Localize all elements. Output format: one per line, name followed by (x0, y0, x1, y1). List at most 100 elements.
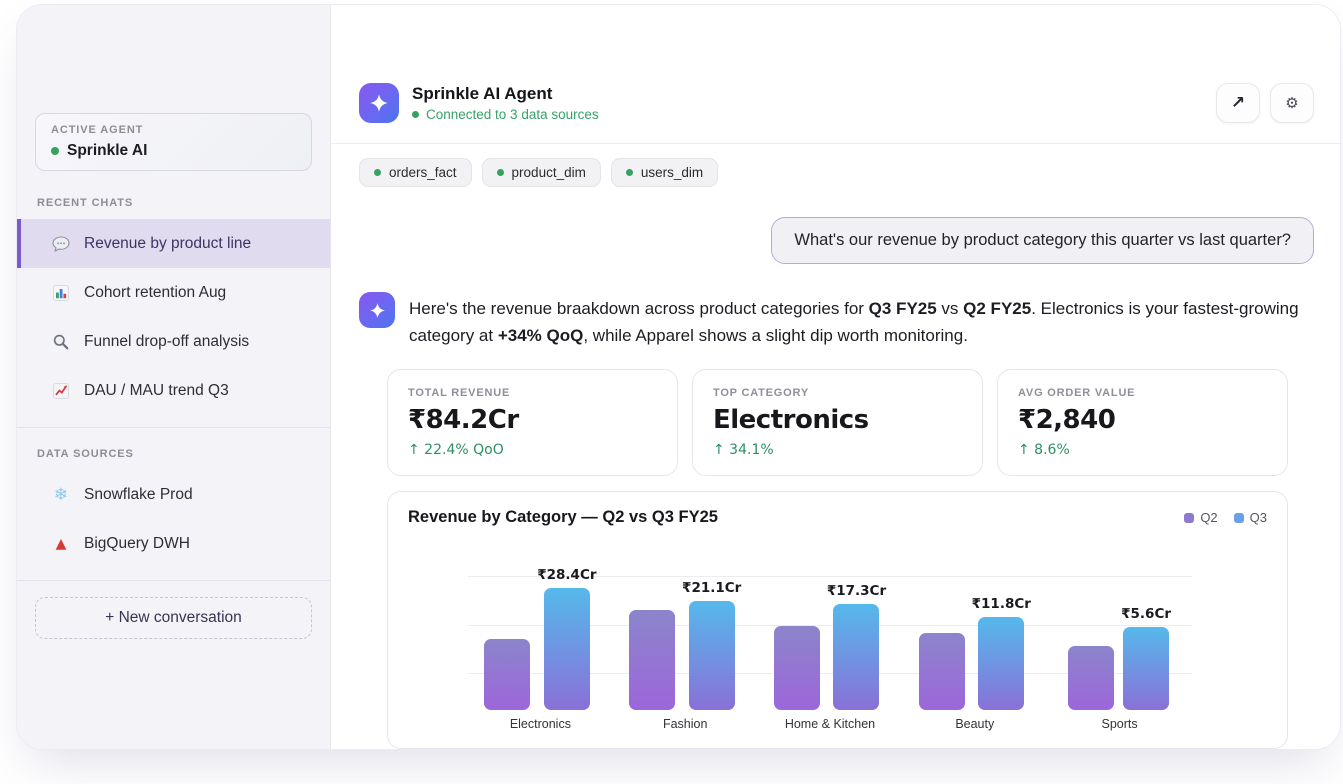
app-window: ACTIVE AGENT Sprinkle AI RECENT CHATS Re… (16, 4, 1341, 750)
legend-swatch-icon (1234, 513, 1244, 523)
main-panel: Sprinkle AI Agent Connected to 3 data so… (331, 5, 1340, 749)
bar-pair: ₹5.6Cr (1068, 606, 1171, 710)
q2-bar (629, 610, 675, 710)
bar-value-label: ₹28.4Cr (537, 567, 596, 583)
agent-avatar (359, 83, 399, 123)
sidebar: ACTIVE AGENT Sprinkle AI RECENT CHATS Re… (17, 5, 331, 749)
tag-users-dim[interactable]: users_dim (611, 158, 718, 187)
magnifier-icon (51, 332, 71, 352)
table-status-dot (374, 169, 381, 176)
chart-plot-area: ₹28.4CrElectronics₹21.1CrFashion₹17.3CrH… (468, 577, 1192, 710)
active-agent-label: ACTIVE AGENT (51, 124, 296, 136)
bar-value-label: ₹11.8Cr (972, 596, 1031, 612)
sidebar-item-snowflake-prod[interactable]: ❄ Snowflake Prod (17, 470, 330, 519)
chart-bar-group: ₹5.6CrSports (1047, 577, 1192, 710)
sidebar-item-label: DAU / MAU trend Q3 (84, 382, 229, 400)
category-label: Electronics (510, 717, 571, 731)
category-label: Home & Kitchen (785, 717, 875, 731)
conversation-area: What's our revenue by product category t… (331, 187, 1340, 749)
q2-bar (484, 639, 530, 710)
sidebar-item-dau-mau-trend[interactable]: DAU / MAU trend Q3 (17, 366, 330, 415)
chart-legend: Q2 Q3 (1184, 510, 1267, 525)
bar-pair: ₹11.8Cr (919, 596, 1031, 710)
chart-bar-group: ₹21.1CrFashion (613, 577, 758, 710)
stat-label: AVG ORDER VALUE (1018, 387, 1267, 399)
q3-bar (689, 601, 735, 710)
q2-bar (919, 633, 965, 710)
stat-label: TOTAL REVENUE (408, 387, 657, 399)
bar-value-label: ₹5.6Cr (1121, 606, 1171, 622)
page-title: Sprinkle AI Agent (412, 84, 599, 104)
connection-status-text: Connected to 3 data sources (426, 107, 599, 122)
online-status-dot (51, 147, 59, 155)
q2-bar (1068, 646, 1114, 710)
q3-bar-column: ₹11.8Cr (972, 596, 1031, 710)
data-sources-heading: DATA SOURCES (37, 448, 310, 460)
table-status-dot (497, 169, 504, 176)
stat-label: TOP CATEGORY (713, 387, 962, 399)
active-agent-name: Sprinkle AI (67, 142, 147, 160)
bar-value-label: ₹21.1Cr (682, 580, 741, 596)
gear-icon: ⚙ (1285, 94, 1298, 112)
q2-bar (774, 626, 820, 710)
q3-bar-column: ₹21.1Cr (682, 580, 741, 710)
ai-avatar (359, 292, 395, 328)
sidebar-item-label: Funnel drop-off analysis (84, 333, 249, 351)
legend-swatch-icon (1184, 513, 1194, 523)
sparkle-icon (369, 93, 389, 113)
sidebar-item-label: Snowflake Prod (84, 486, 193, 504)
tag-label: users_dim (641, 165, 703, 180)
share-button[interactable]: ↗ (1216, 83, 1260, 123)
snowflake-icon: ❄ (51, 485, 71, 505)
user-message-bubble: What's our revenue by product category t… (771, 217, 1314, 264)
stat-delta: ↑ 34.1% (713, 442, 962, 458)
trend-line-icon (51, 381, 71, 401)
q3-bar (1123, 627, 1169, 710)
settings-button[interactable]: ⚙ (1270, 83, 1314, 123)
category-label: Beauty (955, 717, 994, 731)
stat-cards-row: TOTAL REVENUE ₹84.2Cr ↑ 22.4% QoO TOP CA… (387, 369, 1288, 476)
triangle-icon: ▲ (51, 534, 71, 554)
tag-label: orders_fact (389, 165, 457, 180)
table-status-dot (626, 169, 633, 176)
sidebar-item-bigquery-dwh[interactable]: ▲ BigQuery DWH (17, 519, 330, 568)
chat-header: Sprinkle AI Agent Connected to 3 data so… (331, 5, 1340, 144)
sidebar-item-cohort-retention[interactable]: Cohort retention Aug (17, 268, 330, 317)
stat-value: ₹84.2Cr (408, 405, 657, 435)
q3-bar (833, 604, 879, 710)
chart-bar-group: ₹17.3CrHome & Kitchen (758, 577, 903, 710)
recent-chats-heading: RECENT CHATS (37, 197, 310, 209)
q3-bar (544, 588, 590, 710)
q3-bar-column: ₹17.3Cr (827, 583, 886, 710)
category-label: Fashion (663, 717, 707, 731)
q3-bar-column: ₹5.6Cr (1121, 606, 1171, 710)
sidebar-item-funnel-dropoff[interactable]: Funnel drop-off analysis (17, 317, 330, 366)
stat-delta: ↑ 22.4% QoO (408, 442, 657, 458)
active-agent-card[interactable]: ACTIVE AGENT Sprinkle AI (35, 113, 312, 171)
sidebar-divider (17, 427, 330, 428)
sidebar-item-label: Cohort retention Aug (84, 284, 226, 302)
sidebar-item-revenue-by-product-line[interactable]: Revenue by product line (17, 219, 330, 268)
stat-delta: ↑ 8.6% (1018, 442, 1267, 458)
q3-bar (978, 617, 1024, 710)
new-conversation-button[interactable]: + New conversation (35, 597, 312, 639)
bar-pair: ₹17.3Cr (774, 583, 886, 710)
data-table-tags: orders_fact product_dim users_dim (331, 144, 1340, 187)
sidebar-item-label: Revenue by product line (84, 235, 251, 253)
legend-item-q2: Q2 (1184, 510, 1217, 525)
chart-bar-group: ₹11.8CrBeauty (902, 577, 1047, 710)
chart-title: Revenue by Category — Q2 vs Q3 FY25 (408, 508, 718, 527)
ai-message-text: Here's the revenue braakdown across prod… (409, 292, 1314, 349)
stat-card-avg-order-value: AVG ORDER VALUE ₹2,840 ↑ 8.6% (997, 369, 1288, 476)
legend-item-q3: Q3 (1234, 510, 1267, 525)
tag-orders-fact[interactable]: orders_fact (359, 158, 472, 187)
sidebar-item-label: BigQuery DWH (84, 535, 190, 553)
chart-card: Revenue by Category — Q2 vs Q3 FY25 Q2 Q… (387, 491, 1288, 749)
bar-pair: ₹28.4Cr (484, 567, 596, 710)
ai-message: Here's the revenue braakdown across prod… (359, 292, 1314, 349)
bar-value-label: ₹17.3Cr (827, 583, 886, 599)
sparkle-icon (369, 302, 386, 319)
tag-product-dim[interactable]: product_dim (482, 158, 601, 187)
bar-groups: ₹28.4CrElectronics₹21.1CrFashion₹17.3CrH… (468, 577, 1192, 710)
bar-pair: ₹21.1Cr (629, 580, 741, 710)
